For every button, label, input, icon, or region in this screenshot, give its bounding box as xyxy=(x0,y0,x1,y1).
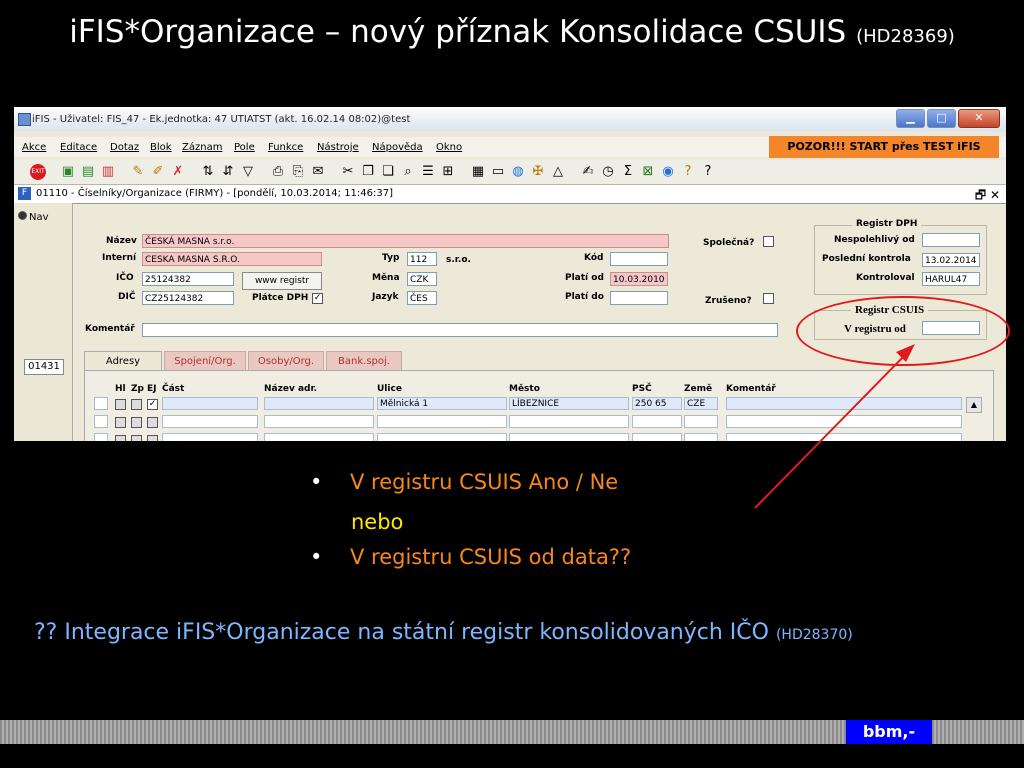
bullet-1-text: V registru CSUIS Ano / Ne xyxy=(350,470,619,494)
integration-note: ?? Integrace iFIS*Organizace na státní r… xyxy=(34,620,853,645)
integration-text: ?? Integrace iFIS*Organizace na státní r… xyxy=(34,620,769,645)
annotation-arrow xyxy=(754,344,915,509)
arrow-line xyxy=(754,351,909,509)
integration-ref: (HD28370) xyxy=(775,627,853,643)
bullet-2: • V registru CSUIS od data?? xyxy=(310,545,631,569)
bullet-1: • V registru CSUIS Ano / Ne xyxy=(310,470,618,494)
nebo-text: nebo xyxy=(351,510,404,534)
bbm-logo: bbm,- xyxy=(846,720,932,744)
bullet-dot: • xyxy=(310,470,323,494)
arrow-head xyxy=(896,344,915,362)
bullet-dot: • xyxy=(310,545,323,569)
bullet-2-text: V registru CSUIS od data?? xyxy=(350,545,632,569)
